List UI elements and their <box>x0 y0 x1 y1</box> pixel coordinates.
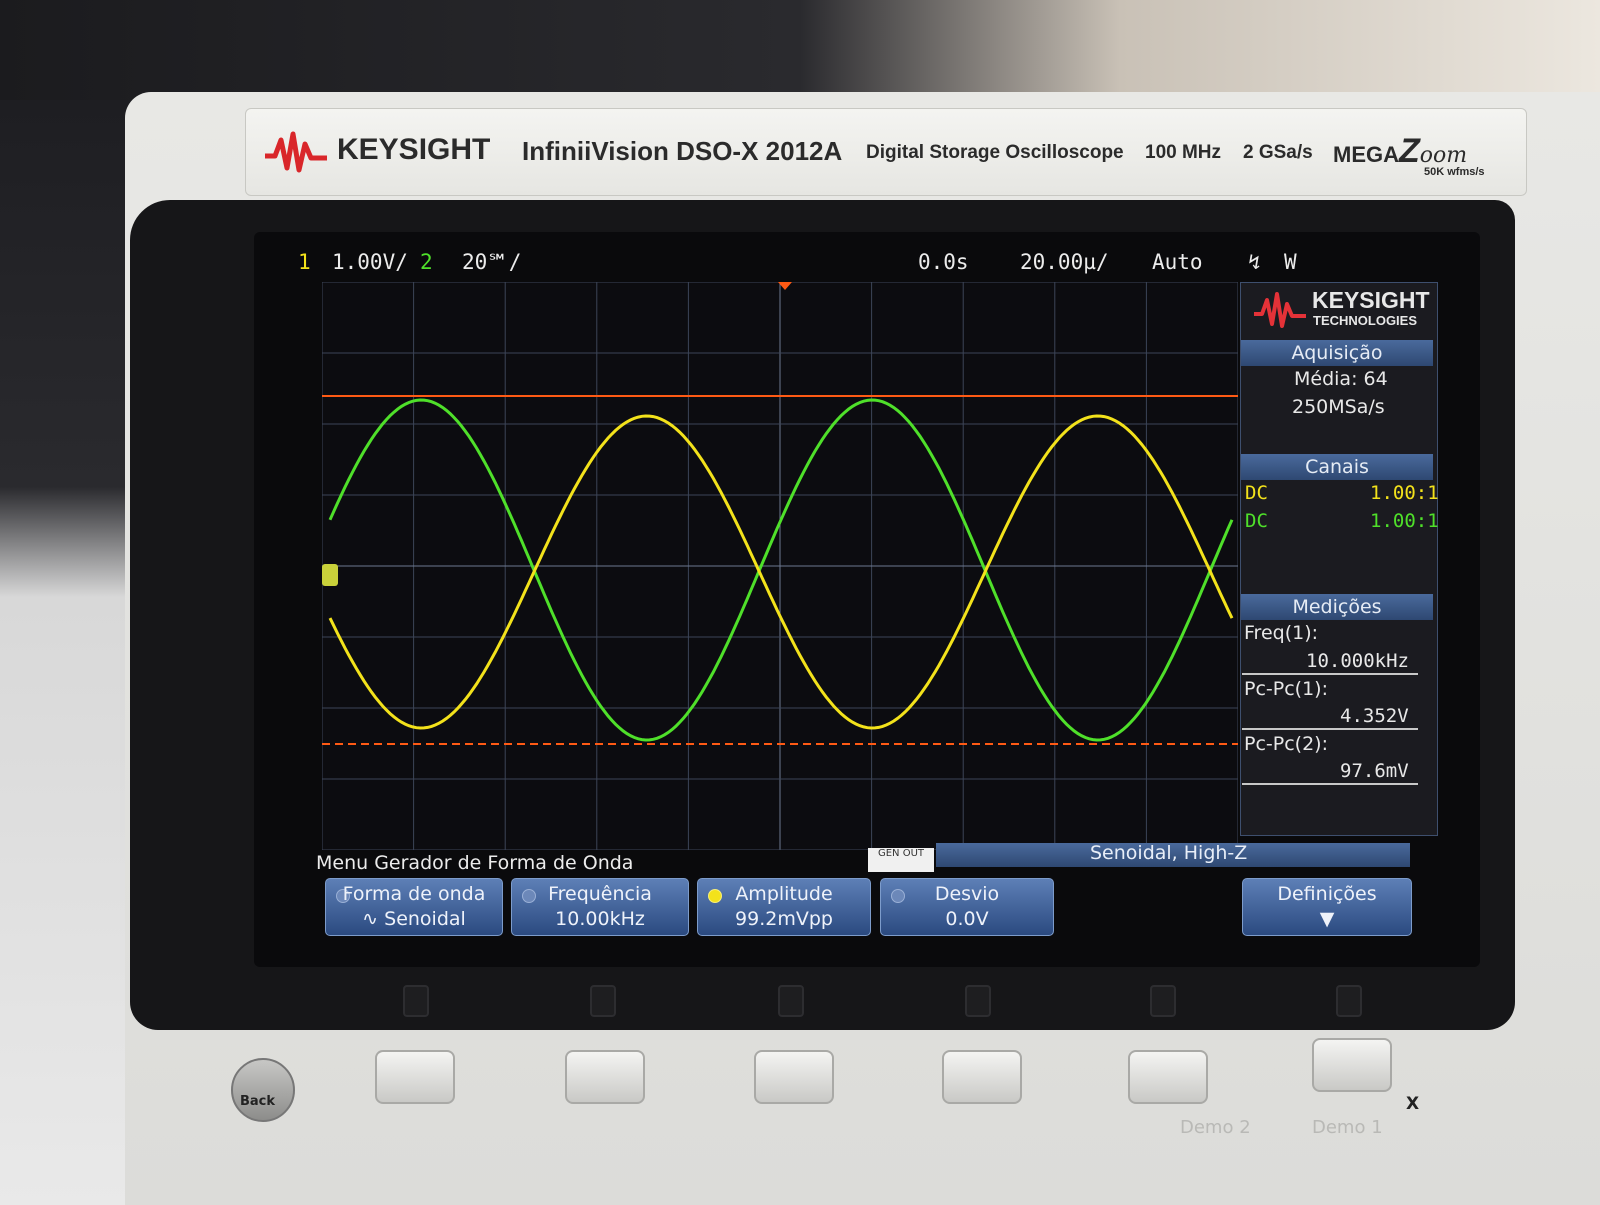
measurement-label: Pc-Pc(2): <box>1244 733 1328 755</box>
measurement-label: Pc-Pc(1): <box>1244 678 1328 700</box>
softkey-hardware-6[interactable] <box>1312 1038 1392 1092</box>
trigger-edge-icon: ↯ <box>1248 250 1261 274</box>
x-label: X <box>1406 1094 1420 1114</box>
channel2-coupling: DC <box>1245 510 1268 532</box>
bezel-tab <box>965 985 991 1017</box>
softkey-frequency[interactable]: Frequência 10.00kHz <box>511 878 689 936</box>
softkey-waveform[interactable]: Forma de onda ∿ Senoidal <box>325 878 503 936</box>
panel-logo-sub: TECHNOLOGIES <box>1313 313 1418 328</box>
channels-header[interactable]: Canais <box>1241 454 1433 480</box>
acquisition-header[interactable]: Aquisição <box>1241 340 1433 366</box>
softkey-label: Frequência <box>548 883 652 905</box>
brand-name: KEYSIGHT <box>337 133 491 166</box>
measurement-value: 4.352V <box>1340 705 1409 727</box>
softkey-hardware-2[interactable] <box>565 1050 645 1104</box>
channel2-number[interactable]: 2 <box>420 250 433 274</box>
measurement-divider <box>1242 783 1418 785</box>
softkey-amplitude[interactable]: Amplitude 99.2mVpp <box>697 878 871 936</box>
softkey-label: Definições <box>1277 883 1377 905</box>
time-delay: 0.0s <box>918 250 969 274</box>
demo1-label: Demo 1 <box>1312 1117 1383 1138</box>
softkey-settings[interactable]: Definições ▼ <box>1242 878 1412 936</box>
model-name: InfiniiVision DSO-X 2012A <box>522 136 843 166</box>
megazoom-subtitle: 50K wfms/s <box>1424 166 1485 178</box>
bezel-tab <box>403 985 429 1017</box>
softkey-value: 99.2mVpp <box>735 908 833 930</box>
measurement-divider <box>1242 728 1418 730</box>
sample-rate-spec: 2 GSa/s <box>1243 142 1313 163</box>
softkey-label: Forma de onda <box>342 883 486 905</box>
channel2-scale: 20℠/ <box>462 250 522 274</box>
measurement-divider <box>1242 673 1418 675</box>
softkey-label: Amplitude <box>735 883 833 905</box>
bezel-tab <box>1336 985 1362 1017</box>
demo2-label: Demo 2 <box>1180 1117 1251 1138</box>
megazoom-z: Z <box>1399 132 1420 170</box>
softkey-value: ∿ Senoidal <box>362 908 466 930</box>
softkey-hardware-4[interactable] <box>942 1050 1022 1104</box>
ground-marker-icon[interactable] <box>322 564 338 586</box>
model-description: Digital Storage Oscilloscope <box>866 142 1124 163</box>
trigger-source-label: W <box>1284 250 1297 274</box>
panel-logo-name: KEYSIGHT <box>1312 287 1430 313</box>
megazoom-mega: MEGA <box>1333 142 1399 167</box>
bezel-tab <box>778 985 804 1017</box>
bezel-tab <box>590 985 616 1017</box>
keysight-panel-logo-icon <box>1254 292 1306 328</box>
softkey-hardware-1[interactable] <box>375 1050 455 1104</box>
channel2-probe: 1.00:1 <box>1370 510 1439 532</box>
back-button[interactable] <box>231 1058 295 1122</box>
back-label: Back <box>240 1094 276 1109</box>
softkey-hardware-3[interactable] <box>754 1050 834 1104</box>
waveform-info: Senoidal, High-Z <box>1090 842 1248 864</box>
menu-title: Menu Gerador de Forma de Onda <box>316 852 634 874</box>
acquisition-mode: Média: 64 <box>1294 368 1388 390</box>
measurements-header[interactable]: Medições <box>1241 594 1433 620</box>
waveform-display[interactable] <box>322 282 1238 850</box>
measurement-value: 10.000kHz <box>1306 650 1409 672</box>
gen-out-badge: GEN OUT <box>868 848 934 872</box>
channel1-scale: 1.00V/ <box>332 250 408 274</box>
megazoom-oom: oom <box>1419 143 1468 168</box>
softkey-hardware-5[interactable] <box>1128 1050 1208 1104</box>
measurement-label: Freq(1): <box>1244 622 1319 644</box>
softkey-value: 0.0V <box>945 908 989 930</box>
measurement-value: 97.6mV <box>1340 760 1409 782</box>
time-scale: 20.00µ/ <box>1020 250 1109 274</box>
background-left <box>0 100 140 1205</box>
softkey-value: 10.00kHz <box>555 908 645 930</box>
bandwidth-spec: 100 MHz <box>1145 142 1222 163</box>
keysight-logo-icon <box>265 131 327 173</box>
softkey-offset[interactable]: Desvio 0.0V <box>880 878 1054 936</box>
channel1-coupling: DC <box>1245 482 1268 504</box>
channel1-probe: 1.00:1 <box>1370 482 1439 504</box>
trigger-mode: Auto <box>1152 250 1203 274</box>
channel1-number[interactable]: 1 <box>298 250 311 274</box>
softkey-label: Desvio <box>934 883 1000 905</box>
acquisition-rate: 250MSa/s <box>1292 396 1385 418</box>
down-arrow-icon: ▼ <box>1319 908 1335 930</box>
bezel-tab <box>1150 985 1176 1017</box>
